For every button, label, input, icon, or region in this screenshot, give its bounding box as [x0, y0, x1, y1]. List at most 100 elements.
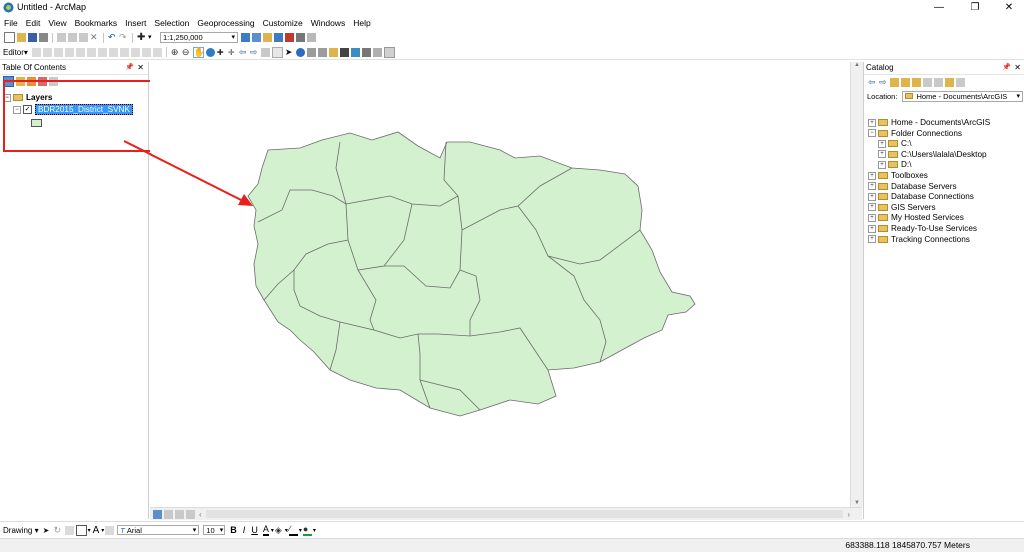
time-slider-icon[interactable] [372, 47, 382, 57]
catalog-tree-item[interactable]: + Database Servers [868, 182, 957, 191]
fixed-zoom-in-icon[interactable]: ✚ [217, 48, 226, 57]
italic-button[interactable]: I [243, 525, 246, 535]
up-one-level-icon[interactable] [890, 77, 899, 87]
redo-icon[interactable]: ↷ [119, 33, 128, 42]
catalog-tree-item[interactable]: + Ready-To-Use Services [868, 224, 977, 233]
menu-geoprocessing[interactable]: Geoprocessing [193, 18, 258, 28]
scroll-up-icon[interactable]: ▲ [851, 62, 863, 68]
catalog-tree-item[interactable]: + D:\ [878, 160, 911, 169]
straight-segment-icon[interactable] [53, 47, 63, 57]
toggle-contents-icon[interactable] [923, 77, 932, 87]
menu-bookmarks[interactable]: Bookmarks [71, 18, 122, 28]
chevron-down-icon[interactable]: ▾ [88, 527, 91, 534]
catalog-tree-item[interactable]: + Toolboxes [868, 171, 928, 180]
menu-insert[interactable]: Insert [121, 18, 150, 28]
select-features-icon[interactable] [260, 47, 270, 57]
pin-icon[interactable]: 📌 [125, 62, 134, 74]
layout-view-icon[interactable] [164, 509, 173, 519]
table-of-contents-icon[interactable] [252, 33, 261, 42]
edit-tool-icon[interactable] [31, 47, 41, 57]
delete-icon[interactable]: ✕ [90, 33, 99, 42]
menu-customize[interactable]: Customize [259, 18, 307, 28]
rectangle-icon[interactable] [75, 524, 87, 536]
back-icon[interactable]: ⇦ [868, 77, 877, 87]
menu-view[interactable]: View [44, 18, 70, 28]
edit-vertices-icon[interactable] [105, 525, 115, 535]
chevron-down-icon[interactable]: ▾ [299, 527, 302, 534]
expand-icon[interactable]: + [868, 192, 876, 201]
home-folder-icon[interactable] [901, 77, 910, 87]
views-icon[interactable] [934, 77, 943, 87]
data-view-icon[interactable] [153, 509, 162, 519]
copy-icon[interactable] [68, 33, 77, 42]
maximize-button[interactable]: ❐ [960, 0, 990, 16]
measure-icon[interactable] [328, 47, 338, 57]
back-extent-icon[interactable]: ⇦ [239, 47, 248, 57]
launch-arccatalog-icon[interactable] [945, 77, 954, 87]
font-color-button[interactable]: A [262, 524, 269, 536]
fill-color-icon[interactable]: ◈ [275, 525, 284, 535]
model-builder-icon[interactable] [307, 33, 316, 42]
catalog-tree-item[interactable]: + C:\Users\lalala\Desktop [878, 150, 987, 159]
chevron-down-icon[interactable]: ▾ [285, 527, 288, 534]
search-window-icon[interactable] [274, 33, 283, 42]
clear-selection-icon[interactable] [271, 46, 283, 58]
split-icon[interactable] [108, 47, 118, 57]
catalog-tree-item[interactable]: + C:\ [878, 139, 911, 148]
save-icon[interactable] [28, 33, 37, 42]
expand-icon[interactable]: + [868, 182, 876, 191]
editor-toolbar-icon[interactable] [241, 33, 250, 42]
catalog-tree-item[interactable]: + Database Connections [868, 192, 974, 201]
scroll-down-icon[interactable]: ▼ [851, 500, 863, 506]
vertices-icon[interactable] [75, 47, 85, 57]
map-scale-dropdown[interactable]: 1:1,250,000 ▾ [160, 32, 238, 43]
pin-icon[interactable]: 📌 [1002, 62, 1011, 74]
font-size-dropdown[interactable]: 10 ▾ [203, 525, 226, 535]
menu-windows[interactable]: Windows [307, 18, 349, 28]
forward-icon[interactable]: ⇨ [879, 77, 888, 87]
menu-edit[interactable]: Edit [22, 18, 45, 28]
open-folder-icon[interactable] [17, 33, 26, 42]
expand-icon[interactable]: + [868, 203, 876, 212]
expand-icon[interactable]: + [868, 213, 876, 222]
options-icon[interactable] [956, 77, 965, 87]
select-elements-icon[interactable]: ➤ [43, 526, 52, 535]
close-button[interactable]: ✕ [994, 0, 1024, 16]
zoom-in-icon[interactable]: ⊕ [171, 47, 180, 57]
minimize-button[interactable]: — [924, 0, 954, 16]
zoom-to-elements-icon[interactable] [64, 525, 74, 535]
close-icon[interactable]: ✕ [137, 62, 144, 74]
trace-icon[interactable] [64, 47, 74, 57]
cut-polygons-icon[interactable] [97, 47, 107, 57]
new-document-icon[interactable] [4, 32, 15, 43]
chevron-down-icon[interactable]: ▾ [101, 527, 104, 534]
rotate-element-icon[interactable]: ↻ [54, 525, 63, 535]
scroll-right-icon[interactable]: › [847, 510, 850, 519]
expand-icon[interactable]: + [878, 160, 886, 169]
reshape-icon[interactable] [86, 47, 96, 57]
select-elements-icon[interactable]: ➤ [285, 47, 294, 57]
add-data-dropdown-icon[interactable]: ▾ [148, 33, 157, 42]
collapse-icon[interactable]: − [868, 129, 876, 138]
expand-icon[interactable]: + [878, 139, 886, 148]
location-dropdown[interactable]: Home - Documents\ArcGIS ▾ [902, 90, 1023, 102]
edit-annotation-icon[interactable] [42, 47, 52, 57]
map-vertical-scrollbar[interactable]: ▲ ▼ [850, 62, 863, 507]
viewer-window-icon[interactable] [383, 46, 395, 58]
pause-drawing-icon[interactable] [186, 509, 195, 519]
drawing-menu[interactable]: Drawing ▾ [3, 526, 39, 535]
refresh-icon[interactable] [175, 509, 184, 519]
map-view[interactable] [150, 62, 860, 507]
marker-color-icon[interactable]: ● [302, 524, 312, 536]
menu-selection[interactable]: Selection [150, 18, 193, 28]
line-color-icon[interactable]: ∕ [288, 524, 298, 536]
expand-icon[interactable]: + [868, 118, 876, 127]
html-popup-icon[interactable] [317, 47, 327, 57]
fixed-zoom-out-icon[interactable]: ✛ [228, 48, 237, 57]
catalog-tree-item[interactable]: + My Hosted Services [868, 213, 964, 222]
catalog-window-icon[interactable] [263, 33, 272, 42]
menu-help[interactable]: Help [349, 18, 374, 28]
expand-icon[interactable]: + [868, 171, 876, 180]
rotate-icon[interactable] [119, 47, 129, 57]
catalog-tree-item[interactable]: + Tracking Connections [868, 235, 970, 244]
